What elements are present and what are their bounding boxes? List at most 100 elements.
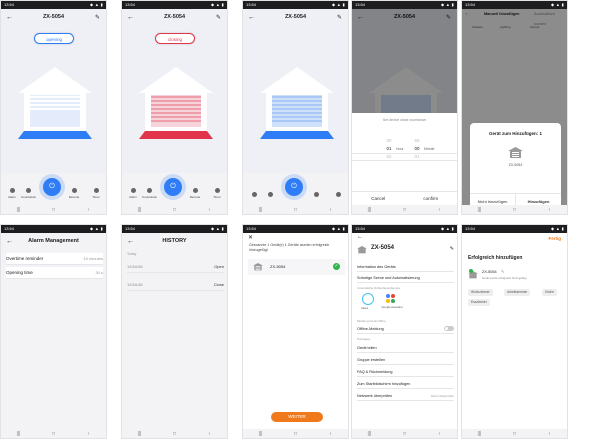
recents-icon[interactable]: ||| — [365, 431, 375, 437]
room-chip[interactable]: Küche — [542, 289, 558, 296]
toolbar-countdown[interactable] — [263, 192, 277, 199]
back-icon[interactable]: ‹ — [326, 207, 336, 213]
garage-door-icon — [260, 67, 334, 139]
opening-time-row[interactable]: Opening time 30 s — [6, 267, 103, 279]
toolbar-timer[interactable]: Timer — [210, 188, 224, 199]
clock-icon — [146, 188, 152, 193]
edit-pencil-icon[interactable]: ✎ — [337, 14, 342, 21]
home-icon[interactable]: □ — [400, 207, 410, 213]
room-chip[interactable]: Esszimmer — [468, 299, 490, 306]
back-icon[interactable]: ‹ — [205, 207, 215, 213]
close-icon[interactable]: ✕ — [248, 234, 253, 241]
toolbar-remote[interactable]: Remote — [188, 188, 202, 199]
back-icon[interactable]: ‹ — [435, 207, 445, 213]
back-arrow-icon[interactable]: ← — [127, 238, 134, 245]
toolbar-alarm[interactable] — [247, 192, 261, 199]
back-arrow-icon[interactable]: ← — [248, 14, 255, 21]
edit-pencil-icon[interactable]: ✎ — [216, 14, 221, 21]
device-name: ZX-5054 — [270, 264, 286, 269]
home-icon[interactable]: □ — [291, 207, 301, 213]
google-assistant-icon[interactable] — [385, 293, 397, 305]
device-header: ZX-5054 ✎ — [357, 245, 454, 255]
status-icons: ◆ ▲ ▮ — [332, 2, 345, 7]
next-button[interactable]: WEITER — [271, 412, 323, 422]
remote-icon — [192, 188, 198, 193]
toolbar-remote[interactable]: Remote — [67, 188, 81, 199]
overtime-reminder-row[interactable]: Overtime reminder 10 minutes — [6, 253, 103, 265]
status-icons: ◆ ▲ ▮ — [90, 226, 103, 231]
room-chip[interactable]: Wohnzimmer — [468, 289, 493, 296]
network-row[interactable]: Netzwerk überprüfen Sofort überprüfen — [357, 391, 454, 401]
toolbar-remote-label: Remote — [68, 195, 80, 199]
home-icon[interactable]: □ — [291, 431, 301, 437]
back-icon[interactable]: ‹ — [545, 431, 555, 437]
home-icon[interactable]: □ — [170, 207, 180, 213]
back-icon[interactable]: ‹ — [84, 431, 94, 437]
home-icon[interactable]: □ — [49, 431, 59, 437]
alexa-icon[interactable] — [362, 293, 374, 305]
recents-icon[interactable]: ||| — [365, 207, 375, 213]
share-row[interactable]: Gerät teilen — [357, 343, 454, 353]
info-row[interactable]: Information des Geräts — [357, 262, 454, 272]
room-chip[interactable]: Arbeitszimmer — [504, 289, 531, 296]
network-value: Sofort überprüfen — [430, 394, 454, 398]
header: ← ZX-5054 ✎ — [243, 9, 348, 25]
remote-icon — [313, 192, 319, 197]
recents-icon[interactable]: ||| — [14, 207, 24, 213]
hour-wheel[interactable]: 00 01 02 — [382, 137, 396, 161]
recents-icon[interactable]: ||| — [135, 431, 145, 437]
power-button[interactable]: ⏻ — [164, 178, 182, 196]
back-icon[interactable]: ‹ — [326, 431, 336, 437]
home-icon[interactable]: □ — [170, 431, 180, 437]
home-icon[interactable]: □ — [510, 207, 520, 213]
hour-current: 01 — [386, 146, 392, 151]
toolbar-alarm[interactable]: Alarm — [5, 188, 19, 199]
done-button[interactable]: Fertig — [548, 236, 561, 241]
scene-row[interactable]: Sofortige Szene und Automatisierung — [357, 273, 454, 283]
power-button[interactable]: ⏻ — [285, 178, 303, 196]
toolbar-alarm[interactable]: Alarm — [126, 188, 140, 199]
back-icon[interactable]: ‹ — [205, 431, 215, 437]
status-bar: 13:54 ◆ ▲ ▮ — [122, 225, 227, 233]
power-icon: ⏻ — [291, 183, 297, 190]
home-icon[interactable]: □ — [400, 431, 410, 437]
toolbar-remote[interactable] — [309, 192, 323, 199]
power-button[interactable]: ⏻ — [43, 178, 61, 196]
android-nav-bar: ||| □ ‹ — [1, 429, 106, 438]
toolbar-countdown[interactable]: Countdown — [21, 188, 36, 199]
home-screen-row[interactable]: Zum Startbildschirm hinzufügen — [357, 379, 454, 389]
recents-icon[interactable]: ||| — [475, 207, 485, 213]
recents-icon[interactable]: ||| — [256, 431, 266, 437]
toolbar-timer[interactable]: Timer — [89, 188, 103, 199]
toolbar-timer[interactable] — [331, 192, 345, 199]
status-time: 13:54 — [246, 226, 257, 231]
back-icon[interactable]: ‹ — [435, 431, 445, 437]
back-arrow-icon[interactable]: ← — [6, 238, 13, 245]
edit-pencil-icon[interactable]: ✎ — [95, 14, 100, 21]
group-row[interactable]: Gruppe erstellen — [357, 355, 454, 365]
home-icon[interactable]: □ — [49, 207, 59, 213]
recents-icon[interactable]: ||| — [14, 431, 24, 437]
device-card[interactable]: ZX-5054 ✓ — [248, 259, 345, 275]
alexa-label: Alexa — [361, 306, 368, 310]
countdown-sheet: Set device close countdown 00 01 02 Hour… — [352, 113, 457, 207]
faq-row[interactable]: FAQ & Rückmeldung — [357, 367, 454, 377]
toolbar-countdown[interactable]: Countdown — [142, 188, 157, 199]
status-time: 13:54 — [355, 2, 366, 7]
add-device-dialog: Gerät zum Hinzufügen: 1 ZX-5054 Nicht hi… — [470, 123, 561, 209]
back-arrow-icon[interactable]: ← — [6, 14, 13, 21]
hour-unit: Hour — [396, 147, 404, 151]
edit-pencil-icon[interactable]: ✎ — [501, 269, 504, 274]
back-icon[interactable]: ‹ — [84, 207, 94, 213]
minute-wheel[interactable]: 59 00 01 — [410, 137, 424, 161]
back-arrow-icon[interactable]: ← — [127, 14, 134, 21]
back-arrow-icon[interactable]: ← — [357, 234, 363, 240]
recents-icon[interactable]: ||| — [135, 207, 145, 213]
recents-icon[interactable]: ||| — [475, 431, 485, 437]
status-time: 13:54 — [125, 226, 136, 231]
home-icon[interactable]: □ — [510, 431, 520, 437]
recents-icon[interactable]: ||| — [256, 207, 266, 213]
back-icon[interactable]: ‹ — [545, 207, 555, 213]
offline-toggle[interactable] — [444, 326, 454, 331]
edit-pencil-icon[interactable]: ✎ — [450, 246, 454, 252]
